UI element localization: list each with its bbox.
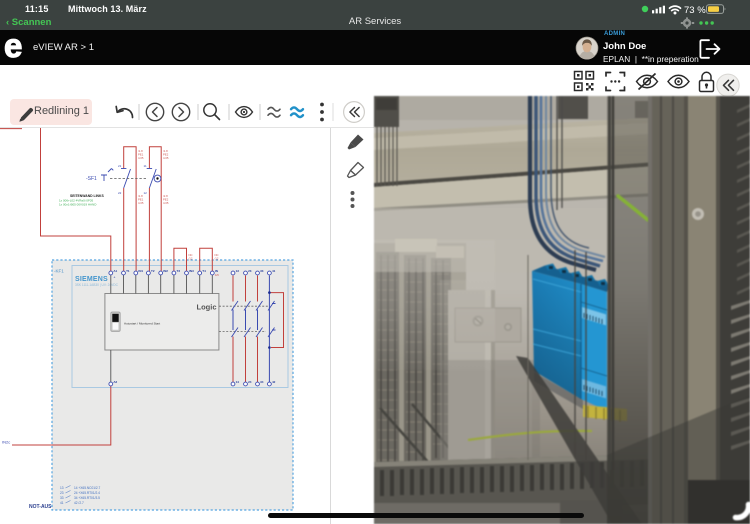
svg-text:4.05: 4.05	[163, 156, 169, 160]
svg-text:IN3: IN3	[189, 269, 194, 273]
svg-text:14 +X65.NC01/2.7: 14 +X65.NC01/2.7	[74, 486, 101, 490]
svg-text:3SK 1111-1AB30 | UV: 24VDC: 3SK 1111-1AB30 | UV: 24VDC	[75, 283, 119, 287]
svg-text:SIEMENS: SIEMENS	[75, 276, 108, 283]
svg-text:1x 00x1-B05 00V019 HAND: 1x 00x1-B05 00V019 HAND	[59, 203, 97, 207]
svg-text:T2: T2	[151, 269, 155, 273]
svg-text:73 %: 73 %	[684, 5, 706, 16]
svg-text:-SF1: -SF1	[86, 176, 97, 182]
svg-text:IN2: IN2	[163, 269, 168, 273]
svg-text:T1: T1	[126, 269, 130, 273]
svg-text:4/6: 4/6	[215, 273, 219, 277]
svg-text:NOT-AUS: NOT-AUS	[29, 504, 52, 510]
svg-text:12: 12	[144, 191, 148, 195]
svg-text:4.05: 4.05	[163, 201, 169, 205]
svg-text:21: 21	[118, 164, 122, 168]
svg-text:34: 34	[260, 380, 264, 384]
svg-text:SEITENWAND LINKS: SEITENWAND LINKS	[70, 194, 104, 198]
svg-text:23: 23	[248, 269, 252, 273]
svg-text:A2: A2	[113, 380, 117, 384]
svg-text:14: 14	[236, 380, 240, 384]
svg-text:33: 33	[260, 269, 264, 273]
svg-text:34 +X65.RT01/3.5: 34 +X65.RT01/3.5	[74, 496, 100, 500]
svg-text:IN1: IN1	[138, 269, 143, 273]
svg-text:23: 23	[60, 491, 64, 495]
svg-text:Autostart / Monitored Start: Autostart / Monitored Start	[124, 322, 160, 326]
svg-text:22: 22	[118, 191, 122, 195]
svg-text:4.05: 4.05	[138, 201, 144, 205]
svg-text:/12: /12	[189, 257, 193, 261]
svg-text:41: 41	[272, 269, 276, 273]
svg-text:-KF1: -KF1	[54, 269, 64, 274]
svg-text:A1: A1	[113, 269, 117, 273]
svg-text:24 +X65.RT01/2.4: 24 +X65.RT01/2.4	[74, 491, 100, 495]
svg-text:41: 41	[60, 501, 64, 505]
svg-text:+: +	[113, 276, 115, 280]
svg-text:42 /2.7: 42 /2.7	[74, 501, 84, 505]
svg-text:IN2c: IN2c	[2, 440, 10, 445]
svg-text:13: 13	[236, 269, 240, 273]
svg-text:33: 33	[60, 496, 64, 500]
svg-text:Logic: Logic	[197, 303, 217, 312]
svg-text:T3: T3	[177, 269, 181, 273]
svg-text:T4: T4	[202, 269, 206, 273]
svg-text:/12: /12	[215, 257, 219, 261]
svg-text:4.05: 4.05	[138, 156, 144, 160]
svg-text:42: 42	[272, 380, 276, 384]
svg-text:13: 13	[60, 486, 64, 490]
svg-text:11: 11	[144, 164, 147, 168]
svg-text:24: 24	[248, 380, 252, 384]
